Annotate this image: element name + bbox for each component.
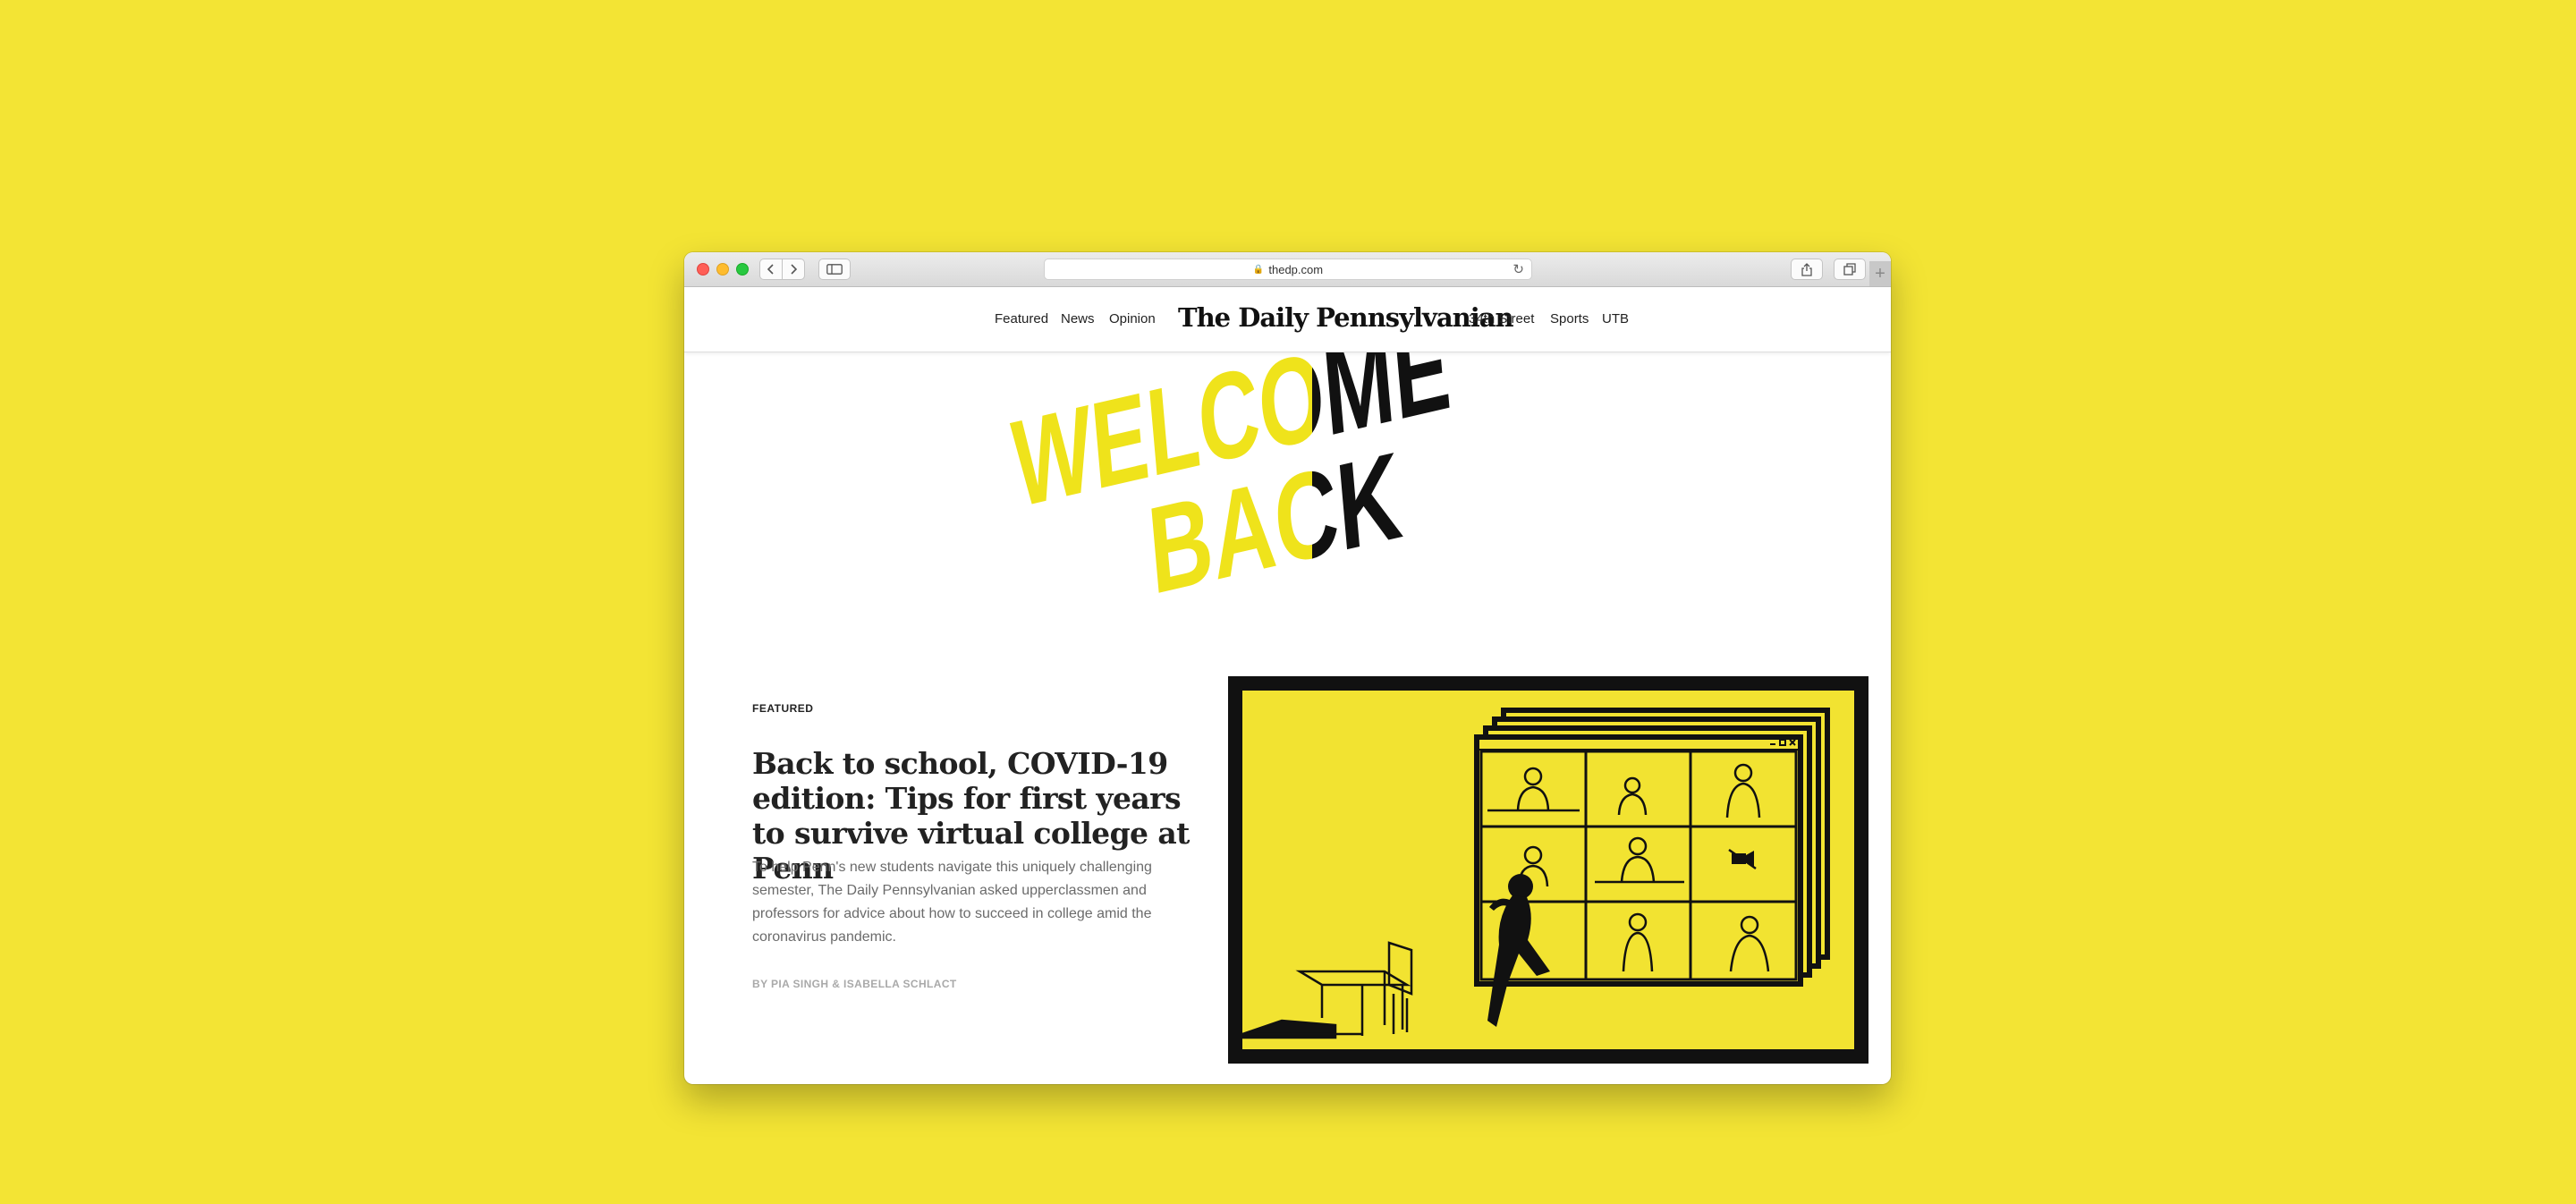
close-window-button[interactable] <box>697 263 709 276</box>
nav-utb[interactable]: UTB <box>1602 311 1629 326</box>
nav-34th-street[interactable]: 34th Street <box>1469 311 1534 326</box>
new-tab-button[interactable]: + <box>1869 261 1891 286</box>
site-logo[interactable]: The Daily Pennsylvanian <box>1178 302 1514 333</box>
welcome-back-lettering: WELCOME BACK WELCOME BACK <box>1007 352 1455 620</box>
article-kicker[interactable]: FEATURED <box>752 702 813 715</box>
minimize-window-button[interactable] <box>716 263 729 276</box>
sidebar-icon <box>826 264 843 275</box>
url-text: thedp.com <box>1268 262 1324 276</box>
share-button[interactable] <box>1791 259 1823 280</box>
nav-featured[interactable]: Featured <box>995 311 1048 326</box>
sidebar-toggle-button[interactable] <box>818 259 851 280</box>
zoom-window-button[interactable] <box>736 263 749 276</box>
address-bar[interactable]: 🔒 thedp.com ↻ <box>1044 259 1532 280</box>
nav-news[interactable]: News <box>1061 311 1095 326</box>
browser-window: 🔒 thedp.com ↻ + Featured News Opinion Th… <box>684 252 1891 1084</box>
virtual-classroom-illustration <box>1228 676 1868 1064</box>
nav-opinion[interactable]: Opinion <box>1109 311 1156 326</box>
welcome-back-hero: WELCOME BACK WELCOME BACK <box>684 352 1891 661</box>
chevron-left-icon <box>767 264 774 275</box>
share-icon <box>1801 262 1812 276</box>
article-byline: BY PIA SINGH & ISABELLA SCHLACT <box>752 978 957 990</box>
site-navigation: Featured News Opinion The Daily Pennsylv… <box>684 287 1891 352</box>
back-button[interactable] <box>759 259 783 280</box>
lock-icon: 🔒 <box>1252 264 1265 275</box>
show-tabs-button[interactable] <box>1834 259 1866 280</box>
forward-button[interactable] <box>782 259 805 280</box>
article-illustration[interactable] <box>1228 676 1868 1064</box>
tabs-icon <box>1843 263 1856 276</box>
article-summary: To help Penn's new students navigate thi… <box>752 860 1152 945</box>
chevron-right-icon <box>791 264 798 275</box>
nav-sports[interactable]: Sports <box>1550 311 1589 326</box>
reload-icon[interactable]: ↻ <box>1513 261 1524 277</box>
browser-toolbar: 🔒 thedp.com ↻ + <box>684 252 1891 287</box>
